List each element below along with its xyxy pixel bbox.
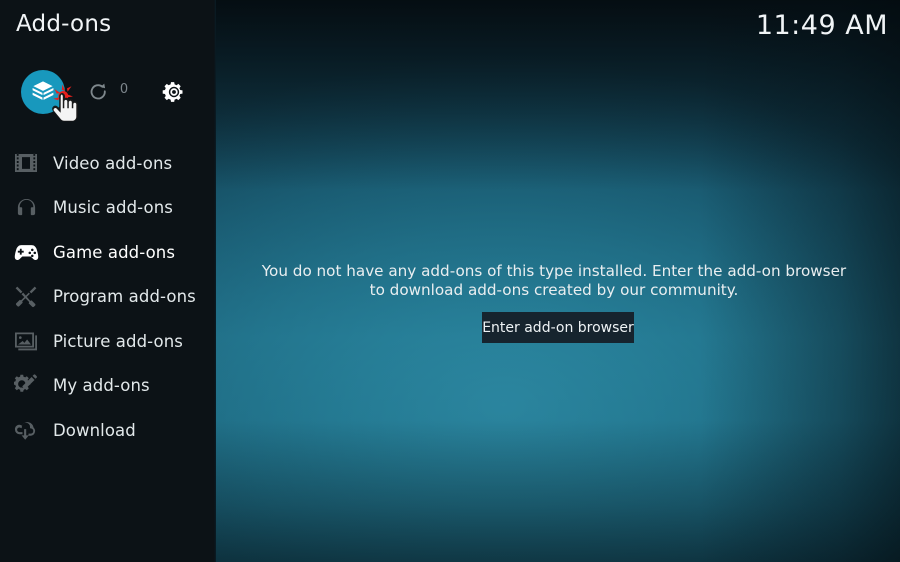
empty-state-message: You do not have any add-ons of this type… xyxy=(261,262,847,299)
gear-icon xyxy=(162,82,183,102)
page-title: Add-ons xyxy=(16,11,112,37)
sidebar-toolbar: 0 xyxy=(0,70,216,114)
sidebar-item-my-addons[interactable]: My add-ons xyxy=(0,364,216,409)
headphones-icon xyxy=(11,193,41,223)
cloud-download-icon xyxy=(11,415,41,445)
sidebar-item-music-addons[interactable]: Music add-ons xyxy=(0,186,216,231)
tools-icon xyxy=(11,282,41,312)
film-strip-icon xyxy=(11,148,41,178)
clock: 11:49 AM xyxy=(755,10,888,41)
sidebar-item-label: Game add-ons xyxy=(53,242,176,262)
sidebar-item-label: Music add-ons xyxy=(53,198,173,218)
photo-icon xyxy=(11,326,41,356)
sidebar-item-label: Download xyxy=(53,420,136,440)
sidebar-item-label: Program add-ons xyxy=(53,287,196,307)
sidebar-item-video-addons[interactable]: Video add-ons xyxy=(0,141,216,186)
sidebar-item-picture-addons[interactable]: Picture add-ons xyxy=(0,319,216,364)
refresh-icon xyxy=(90,83,106,99)
sidebar-item-game-addons[interactable]: Game add-ons xyxy=(0,230,216,275)
package-box-icon xyxy=(32,81,54,100)
sidebar-item-download[interactable]: Download xyxy=(0,408,216,453)
enter-addon-browser-button[interactable]: Enter add-on browser xyxy=(482,312,634,343)
addon-browser-button[interactable] xyxy=(21,70,65,114)
sidebar-item-label: Picture add-ons xyxy=(53,331,183,351)
addon-category-menu: Video add-ons Music add-ons Game add-ons xyxy=(0,141,216,453)
gear-pencil-icon xyxy=(11,371,41,401)
sidebar-item-program-addons[interactable]: Program add-ons xyxy=(0,275,216,320)
settings-button[interactable] xyxy=(152,70,196,114)
update-count: 0 xyxy=(119,82,129,97)
sidebar-item-label: Video add-ons xyxy=(53,153,173,173)
sidebar-item-label: My add-ons xyxy=(53,376,150,396)
gamepad-icon xyxy=(11,237,41,267)
kodi-addons-window: Add-ons 11:49 AM 0 Video add-ons Music a… xyxy=(0,0,900,562)
